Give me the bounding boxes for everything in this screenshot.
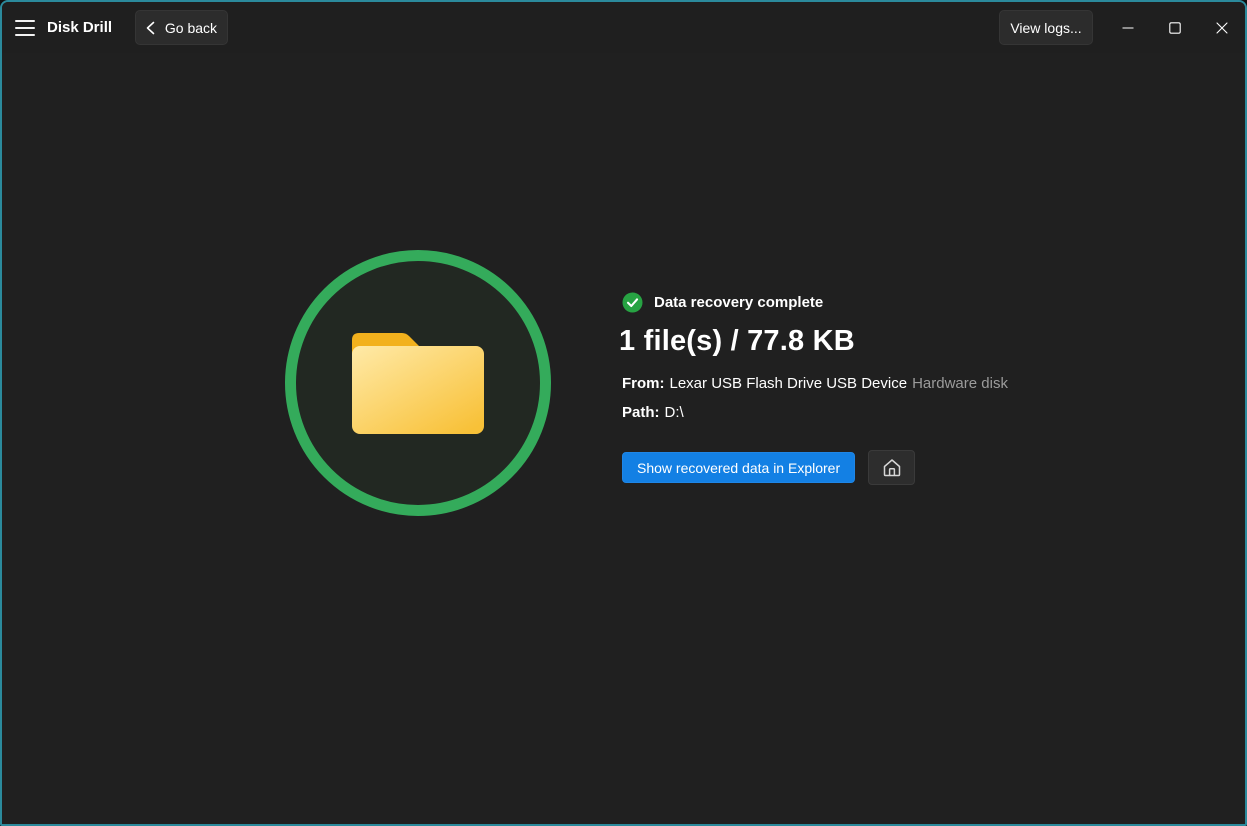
home-button[interactable] <box>868 450 916 485</box>
folder-icon <box>350 330 486 436</box>
path-value: D:\ <box>664 404 684 421</box>
from-device: Lexar USB Flash Drive USB Device <box>669 375 908 392</box>
app-title: Disk Drill <box>47 19 113 36</box>
from-line: From: Lexar USB Flash Drive USB Device Har… <box>622 375 1008 392</box>
path-label: Path: <box>622 404 660 421</box>
view-logs-button[interactable]: View logs... <box>999 10 1093 45</box>
maximize-icon[interactable] <box>1151 2 1198 53</box>
chevron-left-icon <box>146 21 156 35</box>
view-logs-label: View logs... <box>1010 19 1082 36</box>
app-window: Disk Drill Go back View logs... Data rec… <box>0 0 1247 826</box>
status-text: Data recovery complete <box>654 294 824 311</box>
go-back-label: Go back <box>164 19 218 36</box>
home-icon <box>882 458 902 477</box>
recovery-summary: 1 file(s) / 77.8 KB <box>619 325 855 357</box>
path-line: Path: D:\ <box>622 404 684 421</box>
close-icon[interactable] <box>1198 2 1245 53</box>
show-recovered-data-button[interactable]: Show recovered data in Explorer <box>622 452 856 483</box>
window-controls <box>1104 2 1245 53</box>
from-disk-type: Hardware disk <box>912 375 1008 392</box>
titlebar: Disk Drill Go back View logs... <box>2 2 1245 53</box>
recovery-status-ring <box>285 250 551 516</box>
hamburger-menu-icon[interactable] <box>14 16 38 40</box>
check-circle-icon <box>622 292 643 313</box>
main-content: Data recovery complete 1 file(s) / 77.8 … <box>2 53 1245 824</box>
status-row: Data recovery complete <box>622 292 823 313</box>
go-back-button[interactable]: Go back <box>135 10 228 45</box>
from-label: From: <box>622 375 665 392</box>
minimize-icon[interactable] <box>1104 2 1151 53</box>
actions-row: Show recovered data in Explorer <box>622 450 916 485</box>
